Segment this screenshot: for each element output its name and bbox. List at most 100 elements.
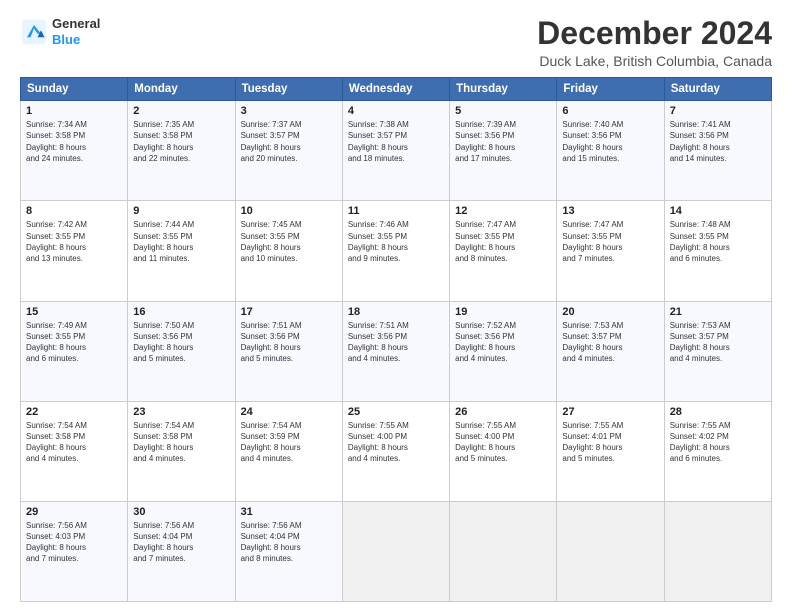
logo-text: General Blue (52, 16, 100, 47)
col-header-friday: Friday (557, 78, 664, 101)
day-info: Sunrise: 7:54 AMSunset: 3:58 PMDaylight:… (133, 420, 229, 465)
col-header-monday: Monday (128, 78, 235, 101)
col-header-wednesday: Wednesday (342, 78, 449, 101)
day-info: Sunrise: 7:47 AMSunset: 3:55 PMDaylight:… (455, 219, 551, 264)
day-info: Sunrise: 7:34 AMSunset: 3:58 PMDaylight:… (26, 119, 122, 164)
day-cell: 7 Sunrise: 7:41 AMSunset: 3:56 PMDaylight… (664, 101, 771, 201)
day-cell: 30 Sunrise: 7:56 AMSunset: 4:04 PMDayligh… (128, 501, 235, 601)
day-info: Sunrise: 7:56 AMSunset: 4:03 PMDaylight:… (26, 520, 122, 565)
day-number: 6 (562, 105, 658, 117)
day-cell: 24 Sunrise: 7:54 AMSunset: 3:59 PMDayligh… (235, 401, 342, 501)
day-number: 18 (348, 306, 444, 318)
day-cell: 11Sunrise: 7:46 AMSunset: 3:55 PMDayligh… (342, 201, 449, 301)
week-row-3: 15Sunrise: 7:49 AMSunset: 3:55 PMDayligh… (21, 301, 772, 401)
day-info: Sunrise: 7:53 AMSunset: 3:57 PMDaylight:… (562, 320, 658, 365)
day-number: 7 (670, 105, 766, 117)
day-cell: 26 Sunrise: 7:55 AMSunset: 4:00 PMDayligh… (450, 401, 557, 501)
day-cell: 6 Sunrise: 7:40 AMSunset: 3:56 PMDaylight… (557, 101, 664, 201)
day-info: Sunrise: 7:55 AMSunset: 4:02 PMDaylight:… (670, 420, 766, 465)
day-info: Sunrise: 7:42 AMSunset: 3:55 PMDaylight:… (26, 219, 122, 264)
day-cell: 28Sunrise: 7:55 AMSunset: 4:02 PMDayligh… (664, 401, 771, 501)
day-cell (557, 501, 664, 601)
day-number: 1 (26, 105, 122, 117)
day-info: Sunrise: 7:51 AMSunset: 3:56 PMDaylight:… (348, 320, 444, 365)
day-info: Sunrise: 7:54 AMSunset: 3:59 PMDaylight:… (241, 420, 337, 465)
day-number: 17 (241, 306, 337, 318)
day-cell: 5 Sunrise: 7:39 AMSunset: 3:56 PMDaylight… (450, 101, 557, 201)
day-cell: 23 Sunrise: 7:54 AMSunset: 3:58 PMDayligh… (128, 401, 235, 501)
calendar-table: SundayMondayTuesdayWednesdayThursdayFrid… (20, 77, 772, 602)
day-info: Sunrise: 7:53 AMSunset: 3:57 PMDaylight:… (670, 320, 766, 365)
day-info: Sunrise: 7:54 AMSunset: 3:58 PMDaylight:… (26, 420, 122, 465)
day-info: Sunrise: 7:48 AMSunset: 3:55 PMDaylight:… (670, 219, 766, 264)
day-number: 27 (562, 406, 658, 418)
day-info: Sunrise: 7:40 AMSunset: 3:56 PMDaylight:… (562, 119, 658, 164)
day-cell: 1 Sunrise: 7:34 AMSunset: 3:58 PMDaylight… (21, 101, 128, 201)
day-number: 16 (133, 306, 229, 318)
logo-icon (20, 18, 48, 46)
day-cell: 31Sunrise: 7:56 AMSunset: 4:04 PMDayligh… (235, 501, 342, 601)
day-cell: 16 Sunrise: 7:50 AMSunset: 3:56 PMDayligh… (128, 301, 235, 401)
day-info: Sunrise: 7:46 AMSunset: 3:55 PMDaylight:… (348, 219, 444, 264)
day-info: Sunrise: 7:41 AMSunset: 3:56 PMDaylight:… (670, 119, 766, 164)
day-cell: 10 Sunrise: 7:45 AMSunset: 3:55 PMDayligh… (235, 201, 342, 301)
day-cell: 27 Sunrise: 7:55 AMSunset: 4:01 PMDayligh… (557, 401, 664, 501)
day-number: 5 (455, 105, 551, 117)
day-info: Sunrise: 7:52 AMSunset: 3:56 PMDaylight:… (455, 320, 551, 365)
day-cell: 8Sunrise: 7:42 AMSunset: 3:55 PMDaylight… (21, 201, 128, 301)
day-number: 22 (26, 406, 122, 418)
page: General Blue December 2024 Duck Lake, Br… (0, 0, 792, 612)
day-number: 30 (133, 506, 229, 518)
day-number: 10 (241, 205, 337, 217)
logo: General Blue (20, 16, 100, 47)
day-cell: 25 Sunrise: 7:55 AMSunset: 4:00 PMDayligh… (342, 401, 449, 501)
day-info: Sunrise: 7:38 AMSunset: 3:57 PMDaylight:… (348, 119, 444, 164)
col-header-saturday: Saturday (664, 78, 771, 101)
title-block: December 2024 Duck Lake, British Columbi… (537, 16, 772, 69)
day-cell: 14Sunrise: 7:48 AMSunset: 3:55 PMDayligh… (664, 201, 771, 301)
day-cell: 21Sunrise: 7:53 AMSunset: 3:57 PMDayligh… (664, 301, 771, 401)
day-cell: 15Sunrise: 7:49 AMSunset: 3:55 PMDayligh… (21, 301, 128, 401)
day-cell (664, 501, 771, 601)
day-number: 9 (133, 205, 229, 217)
day-info: Sunrise: 7:55 AMSunset: 4:01 PMDaylight:… (562, 420, 658, 465)
day-cell: 4Sunrise: 7:38 AMSunset: 3:57 PMDaylight… (342, 101, 449, 201)
day-number: 12 (455, 205, 551, 217)
day-cell (450, 501, 557, 601)
day-number: 20 (562, 306, 658, 318)
day-info: Sunrise: 7:37 AMSunset: 3:57 PMDaylight:… (241, 119, 337, 164)
day-cell: 22 Sunrise: 7:54 AMSunset: 3:58 PMDayligh… (21, 401, 128, 501)
day-number: 29 (26, 506, 122, 518)
header: General Blue December 2024 Duck Lake, Br… (20, 16, 772, 69)
day-number: 26 (455, 406, 551, 418)
day-cell: 19 Sunrise: 7:52 AMSunset: 3:56 PMDayligh… (450, 301, 557, 401)
day-number: 13 (562, 205, 658, 217)
day-number: 2 (133, 105, 229, 117)
day-cell: 17 Sunrise: 7:51 AMSunset: 3:56 PMDayligh… (235, 301, 342, 401)
day-cell: 12 Sunrise: 7:47 AMSunset: 3:55 PMDayligh… (450, 201, 557, 301)
day-cell: 13 Sunrise: 7:47 AMSunset: 3:55 PMDayligh… (557, 201, 664, 301)
day-number: 24 (241, 406, 337, 418)
week-row-2: 8Sunrise: 7:42 AMSunset: 3:55 PMDaylight… (21, 201, 772, 301)
subtitle: Duck Lake, British Columbia, Canada (537, 53, 772, 69)
day-info: Sunrise: 7:44 AMSunset: 3:55 PMDaylight:… (133, 219, 229, 264)
day-info: Sunrise: 7:39 AMSunset: 3:56 PMDaylight:… (455, 119, 551, 164)
day-info: Sunrise: 7:50 AMSunset: 3:56 PMDaylight:… (133, 320, 229, 365)
day-info: Sunrise: 7:55 AMSunset: 4:00 PMDaylight:… (348, 420, 444, 465)
day-cell: 9 Sunrise: 7:44 AMSunset: 3:55 PMDaylight… (128, 201, 235, 301)
col-header-thursday: Thursday (450, 78, 557, 101)
day-info: Sunrise: 7:51 AMSunset: 3:56 PMDaylight:… (241, 320, 337, 365)
day-info: Sunrise: 7:56 AMSunset: 4:04 PMDaylight:… (133, 520, 229, 565)
day-number: 23 (133, 406, 229, 418)
day-number: 19 (455, 306, 551, 318)
day-number: 25 (348, 406, 444, 418)
day-cell (342, 501, 449, 601)
day-info: Sunrise: 7:35 AMSunset: 3:58 PMDaylight:… (133, 119, 229, 164)
day-cell: 29 Sunrise: 7:56 AMSunset: 4:03 PMDayligh… (21, 501, 128, 601)
day-info: Sunrise: 7:47 AMSunset: 3:55 PMDaylight:… (562, 219, 658, 264)
day-number: 31 (241, 506, 337, 518)
day-cell: 2 Sunrise: 7:35 AMSunset: 3:58 PMDaylight… (128, 101, 235, 201)
week-row-1: 1 Sunrise: 7:34 AMSunset: 3:58 PMDaylight… (21, 101, 772, 201)
day-info: Sunrise: 7:45 AMSunset: 3:55 PMDaylight:… (241, 219, 337, 264)
day-info: Sunrise: 7:55 AMSunset: 4:00 PMDaylight:… (455, 420, 551, 465)
